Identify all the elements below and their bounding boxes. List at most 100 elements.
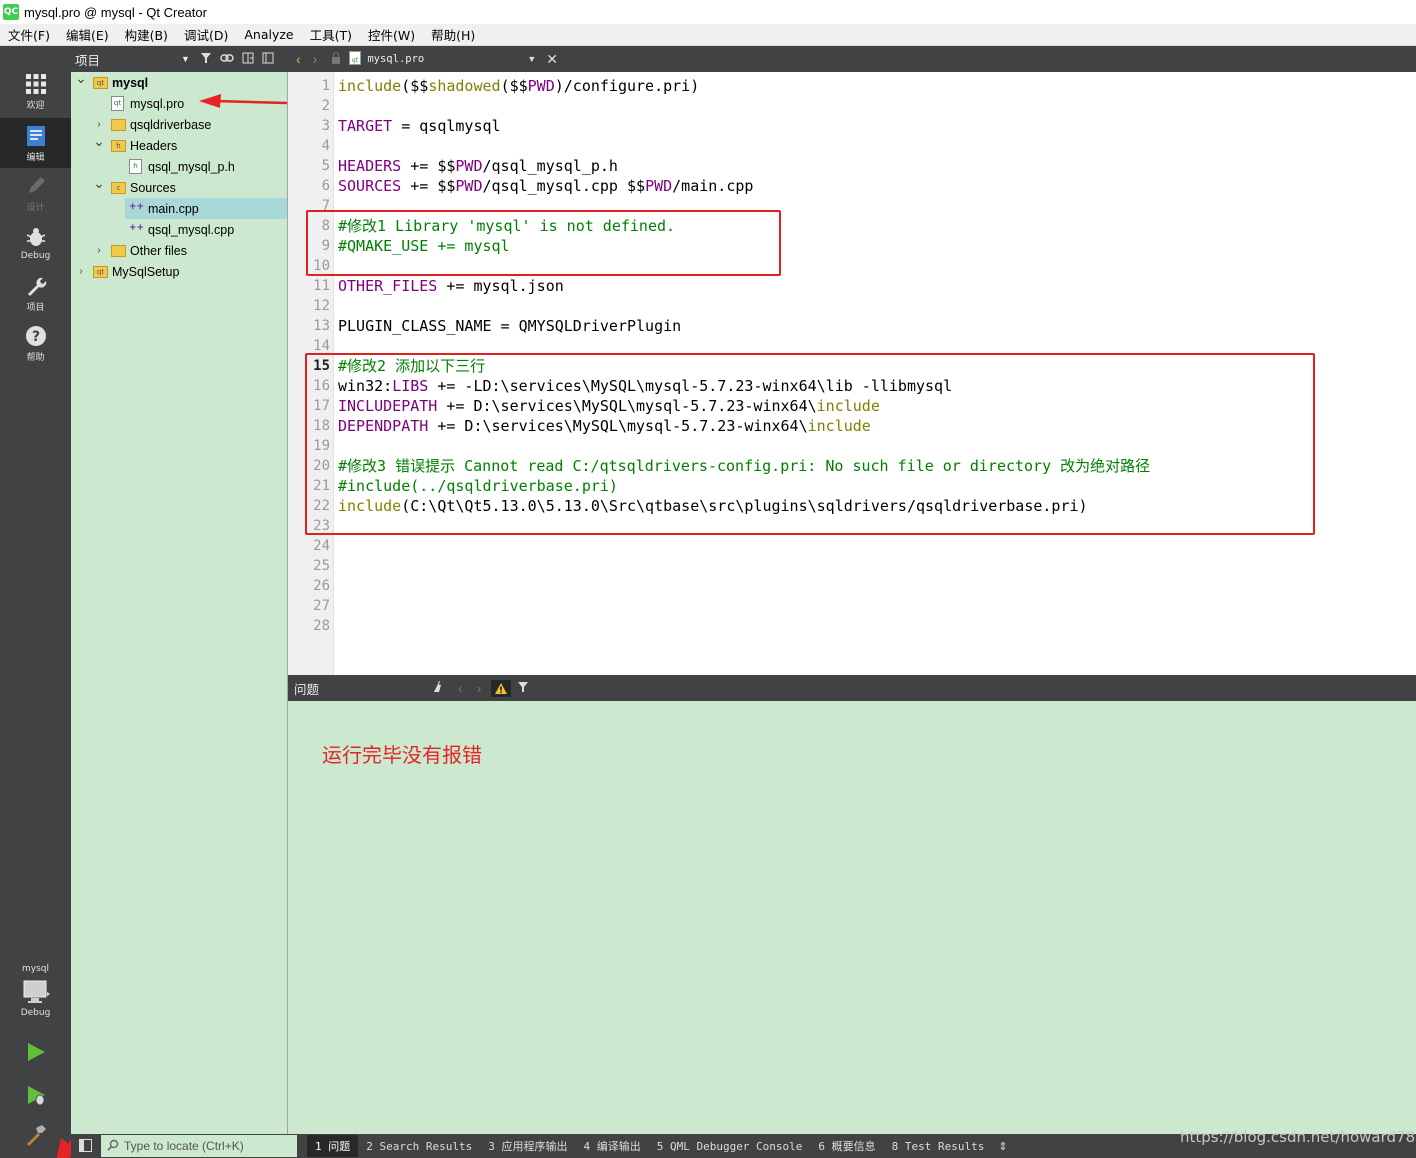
chevron-down-icon[interactable]: ⌄ [75,70,87,87]
back-icon[interactable]: ‹ [296,51,301,67]
mode-projects[interactable]: 项目 [0,268,71,318]
grid-icon [23,72,49,96]
line-number: 11 [313,278,330,294]
tree-item[interactable]: › Other files [71,240,287,261]
project-tree: ⌄ qt mysql qt mysql.pro › qsqldriverbase ⌄ h Head… [71,70,288,1134]
mode-welcome[interactable]: 欢迎 [0,66,71,116]
filter-icon[interactable] [200,52,212,67]
file-icon: ++ [129,202,145,212]
link-icon[interactable] [220,52,234,67]
toggle-sidebar-icon[interactable] [79,1139,92,1155]
folder-icon: c [111,182,126,194]
code-token: PWD [455,157,483,175]
search-icon [107,1139,119,1154]
line-number: 24 [313,538,330,554]
tree-item-label: main.cpp [148,201,199,216]
filter-icon[interactable] [517,681,529,696]
mode-help[interactable]: ? 帮助 [0,318,71,368]
chevron-down-icon[interactable]: ▼ [181,54,190,64]
qt-creator-app-icon: QC [3,4,19,20]
output-pane-button[interactable]: 2 Search Results [358,1135,480,1157]
annotation-note: 运行完毕没有报错 [322,743,482,767]
line-number: 25 [313,558,330,574]
code-line[interactable]: SOURCES += $$PWD/qsql_mysql.cpp $$PWD/ma… [338,176,753,196]
close-file-icon[interactable]: ✕ [546,51,558,68]
kit-selector[interactable]: mysql Debug [0,951,71,1031]
issues-pane: 运行完毕没有报错 [288,701,1416,1134]
menu-item[interactable]: 编辑(E) [58,25,117,44]
tree-item[interactable]: › qt MySqlSetup [71,261,287,282]
output-pane-button[interactable]: 8 Test Results [884,1135,993,1157]
menu-item[interactable]: 构建(B) [117,25,176,44]
code-line[interactable]: HEADERS += $$PWD/qsql_mysql_p.h [338,156,618,176]
menu-item[interactable]: 工具(T) [302,25,360,44]
close-pane-icon[interactable] [262,52,274,67]
line-number: 2 [321,98,330,114]
chevron-down-icon[interactable]: ⌄ [93,175,105,192]
line-number: 27 [313,598,330,614]
forward-icon[interactable]: › [313,51,318,67]
code-token: += mysql.json [437,277,564,295]
menu-item[interactable]: 调试(D) [176,25,236,44]
tree-item[interactable]: ++ main.cpp [125,198,287,219]
menu-item[interactable]: Analyze [236,27,301,42]
code-line[interactable]: TARGET = qsqlmysql [338,116,501,136]
tree-item[interactable]: ⌄ qt mysql [71,70,287,93]
menu-item[interactable]: 文件(F) [0,25,58,44]
expand-panes-icon[interactable]: ⇕ [998,1140,1007,1153]
output-pane-button[interactable]: 1 问题 [307,1135,359,1157]
warning-filter-icon[interactable] [491,679,512,697]
file-tab[interactable]: mysql.pro [367,53,527,65]
locator-input[interactable]: Type to locate (Ctrl+K) [101,1135,297,1157]
code-line[interactable]: PLUGIN_CLASS_NAME = QMYSQLDriverPlugin [338,316,681,336]
code-token: /qsql_mysql.cpp $$ [482,177,646,195]
mode-debug[interactable]: Debug [0,218,71,268]
help-icon: ? [23,324,49,348]
chevron-right-icon[interactable]: › [93,245,105,256]
project-pane-toolbar: 项目 ▼ [71,46,288,72]
clean-icon[interactable] [432,680,446,696]
code-token: TARGET [338,117,393,135]
kit-project-name: mysql [22,964,49,974]
split-icon[interactable] [242,52,254,67]
code-token: include [338,77,402,95]
editor-toolbar: ‹ › qt mysql.pro ▼ ✕ [288,46,1416,72]
output-pane-button[interactable]: 5 QML Debugger Console [649,1135,811,1157]
file-icon: h [129,159,142,174]
tree-item-label: Other files [130,243,187,258]
pencil-icon [23,174,49,198]
folder-icon: h [111,140,126,152]
prev-issue-icon[interactable]: ‹ [458,680,463,696]
title-bar: QC mysql.pro @ mysql - Qt Creator [0,0,1416,24]
output-pane-button[interactable]: 6 概要信息 [810,1135,883,1157]
mode-label: 项目 [26,302,45,313]
menu-item[interactable]: 帮助(H) [423,25,483,44]
tree-item[interactable]: ⌄ h Headers [71,133,287,156]
mode-edit[interactable]: 编辑 [0,118,71,168]
output-pane-button[interactable]: 4 编译输出 [575,1135,648,1157]
output-pane-button[interactable]: 3 应用程序输出 [480,1135,575,1157]
line-number: 13 [313,318,330,334]
mode-design[interactable]: 设计 [0,168,71,218]
tree-item[interactable]: › qsqldriverbase [71,114,287,135]
chevron-down-icon[interactable]: ⌄ [93,133,105,150]
code-line[interactable]: include($$shadowed($$PWD)/configure.pri) [338,76,699,96]
chevron-down-icon[interactable]: ▼ [527,54,536,64]
menu-item[interactable]: 控件(W) [360,25,423,44]
tree-item[interactable]: ++ qsql_mysql.cpp [71,219,287,240]
code-token: /main.cpp [672,177,754,195]
code-line[interactable]: OTHER_FILES += mysql.json [338,276,564,296]
project-pane-title[interactable]: 项目 [75,50,175,69]
chevron-right-icon[interactable]: › [75,266,87,277]
mode-label: 帮助 [26,352,45,363]
tree-item[interactable]: h qsql_mysql_p.h [71,156,287,177]
chevron-right-icon[interactable]: › [93,119,105,130]
tree-item[interactable]: ⌄ c Sources [71,175,287,198]
file-icon: ++ [129,223,145,233]
kit-build-config: Debug [20,1008,51,1018]
code-token: /qsql_mysql_p.h [482,157,618,175]
run-button[interactable] [0,1031,71,1075]
next-issue-icon[interactable]: › [477,680,482,696]
code-editor[interactable]: 1 2 3 4 5 6 7 8 9 10 11 12 13 14 15 16 17 18 19 20 21 22 23 24 2… [288,72,1416,675]
mode-bar: 欢迎 编辑 设计 Debug 项目 ? 帮助 mysql Debug [0,46,115,1158]
